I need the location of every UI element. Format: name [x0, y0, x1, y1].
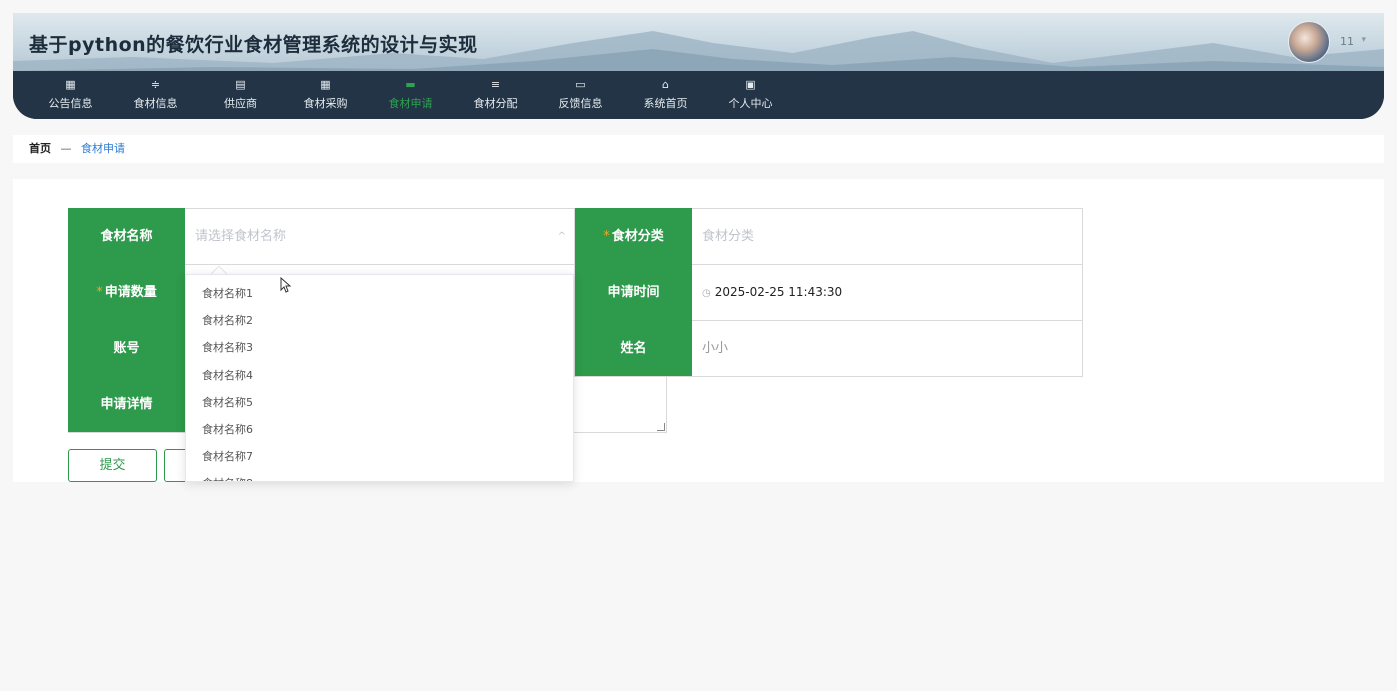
- account-label: 账号: [68, 320, 185, 377]
- nav-item-label: 食材申请: [388, 97, 433, 110]
- nav-item-label: 反馈信息: [558, 97, 603, 110]
- food-name-dropdown: 食材名称1 食材名称2 食材名称3 食材名称4 食材名称5 食材名称6 食材名称…: [185, 274, 574, 482]
- clipboard-icon: ▤: [235, 78, 246, 91]
- food-name-select[interactable]: 请选择食材名称 ^: [185, 208, 575, 265]
- grid-icon: ▦: [65, 78, 76, 91]
- nav-item-label: 个人中心: [728, 97, 773, 110]
- grid-icon: ▦: [320, 78, 331, 91]
- food-name-label: 食材名称: [68, 208, 185, 265]
- food-category-label: * 食材分类: [575, 208, 692, 265]
- submit-button[interactable]: 提交: [68, 449, 157, 482]
- nav-item-label: 系统首页: [643, 97, 688, 110]
- breadcrumb: 首页 — 食材申请: [13, 135, 1384, 163]
- food-category-field[interactable]: 食材分类: [692, 208, 1083, 265]
- nav-item-label: 食材分配: [473, 97, 518, 110]
- nav-item-announcements[interactable]: ▦ 公告信息: [28, 71, 113, 119]
- home-icon: ⌂: [662, 78, 669, 91]
- breadcrumb-current: 食材申请: [81, 142, 125, 155]
- food-name-placeholder: 请选择食材名称: [195, 229, 287, 244]
- nav-item-feedback[interactable]: ▭ 反馈信息: [538, 71, 623, 119]
- apply-qty-label: * 申请数量: [68, 264, 185, 321]
- nav-item-food-application[interactable]: ▬ 食材申请: [368, 71, 453, 119]
- form-row: 食材名称 请选择食材名称 ^ * 食材分类 食材分类: [68, 208, 1083, 265]
- dropdown-option[interactable]: 食材名称4: [186, 362, 573, 389]
- nav-item-label: 公告信息: [48, 97, 93, 110]
- dropdown-option[interactable]: 食材名称3: [186, 334, 573, 361]
- dropdown-option[interactable]: 食材名称8: [186, 470, 573, 481]
- nav-item-supplier[interactable]: ▤ 供应商: [198, 71, 283, 119]
- site-title: 基于python的餐饮行业食材管理系统的设计与实现: [29, 34, 478, 56]
- nav-item-label: 食材采购: [303, 97, 348, 110]
- avatar[interactable]: [1288, 21, 1330, 63]
- chevron-up-icon: ^: [557, 231, 566, 242]
- dropdown-list: 食材名称1 食材名称2 食材名称3 食材名称4 食材名称5 食材名称6 食材名称…: [186, 275, 573, 481]
- name-label: 姓名: [575, 320, 692, 377]
- card-icon: ▣: [745, 78, 756, 91]
- detail-label: 申请详情: [68, 376, 185, 433]
- dropdown-option[interactable]: 食材名称7: [186, 443, 573, 470]
- nav-item-food-info[interactable]: ≑ 食材信息: [113, 71, 198, 119]
- mouse-cursor-icon: [280, 277, 292, 293]
- food-category-placeholder: 食材分类: [702, 229, 755, 244]
- name-value: 小小: [702, 341, 729, 356]
- nav-item-personal-center[interactable]: ▣ 个人中心: [708, 71, 793, 119]
- apply-qty-label-text: 申请数量: [104, 285, 157, 300]
- food-category-label-text: 食材分类: [611, 229, 664, 244]
- dropdown-option[interactable]: 食材名称5: [186, 389, 573, 416]
- nav-item-food-purchase[interactable]: ▦ 食材采购: [283, 71, 368, 119]
- name-field[interactable]: 小小: [692, 320, 1083, 377]
- nav-item-label: 食材信息: [133, 97, 178, 110]
- chevron-down-icon[interactable]: ▾: [1361, 35, 1366, 45]
- required-mark: *: [603, 229, 610, 244]
- sliders-icon: ≑: [150, 78, 161, 91]
- user-name[interactable]: 11: [1340, 35, 1354, 48]
- nav-item-home[interactable]: ⌂ 系统首页: [623, 71, 708, 119]
- required-mark: *: [96, 285, 103, 300]
- nav-item-label: 供应商: [224, 97, 257, 110]
- header-banner: 基于python的餐饮行业食材管理系统的设计与实现 11 ▾: [13, 13, 1384, 71]
- chat-icon: ▬: [405, 78, 416, 91]
- apply-time-field[interactable]: ◷ 2025-02-25 11:43:30: [692, 264, 1083, 321]
- header: 基于python的餐饮行业食材管理系统的设计与实现 11 ▾ ▦ 公告信息 ≑ …: [13, 13, 1384, 119]
- menu-icon: ≡: [490, 78, 501, 91]
- breadcrumb-home[interactable]: 首页: [29, 142, 51, 155]
- breadcrumb-separator: —: [60, 142, 72, 155]
- resize-handle-icon[interactable]: [657, 423, 665, 431]
- nav-item-food-allocation[interactable]: ≡ 食材分配: [453, 71, 538, 119]
- dropdown-option[interactable]: 食材名称6: [186, 416, 573, 443]
- dropdown-option[interactable]: 食材名称2: [186, 307, 573, 334]
- main-nav: ▦ 公告信息 ≑ 食材信息 ▤ 供应商 ▦ 食材采购 ▬ 食材申请 ≡ 食材分配…: [13, 71, 1384, 119]
- dropdown-option[interactable]: 食材名称1: [186, 280, 573, 307]
- clock-icon: ◷: [702, 288, 711, 299]
- monitor-icon: ▭: [575, 78, 586, 91]
- apply-time-label: 申请时间: [575, 264, 692, 321]
- apply-time-value: 2025-02-25 11:43:30: [714, 285, 843, 299]
